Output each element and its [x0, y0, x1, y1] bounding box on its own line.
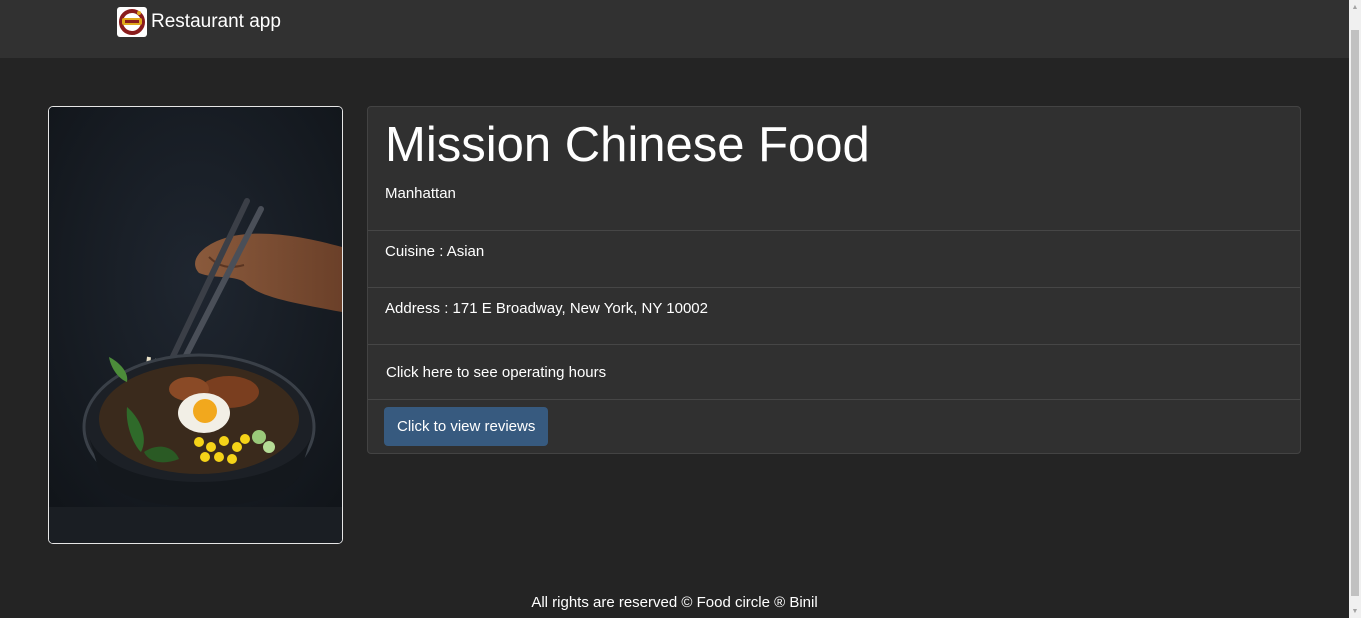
top-navbar: Restaurant app — [0, 0, 1349, 58]
vertical-scrollbar[interactable]: ▲ ▼ — [1349, 0, 1361, 618]
restaurant-logo-icon — [117, 7, 147, 37]
scroll-down-arrow-icon[interactable]: ▼ — [1349, 604, 1361, 618]
restaurant-address: Address : 171 E Broadway, New York, NY 1… — [385, 300, 708, 317]
view-reviews-button[interactable]: Click to view reviews — [384, 407, 549, 446]
brand-link[interactable]: Restaurant app — [117, 7, 281, 37]
operating-hours-link[interactable]: Click here to see operating hours — [386, 364, 606, 381]
operating-hours-section: Click here to see operating hours — [368, 345, 1300, 400]
footer-copyright: All rights are reserved © Food circle ® … — [531, 594, 818, 611]
brand-name: Restaurant app — [151, 11, 281, 32]
restaurant-details-card: Mission Chinese Food Manhattan Cuisine :… — [367, 106, 1301, 454]
scroll-thumb[interactable] — [1351, 30, 1359, 596]
page-footer: All rights are reserved © Food circle ® … — [0, 594, 1349, 611]
restaurant-cuisine: Cuisine : Asian — [385, 243, 485, 260]
reviews-section: Click to view reviews — [368, 400, 1300, 454]
restaurant-name: Mission Chinese Food — [385, 118, 870, 172]
title-section: Mission Chinese Food Manhattan — [368, 107, 1300, 231]
restaurant-neighborhood: Manhattan — [385, 185, 456, 202]
scroll-up-arrow-icon[interactable]: ▲ — [1349, 0, 1361, 14]
restaurant-photo — [48, 106, 343, 544]
address-section: Address : 171 E Broadway, New York, NY 1… — [368, 288, 1300, 345]
cuisine-section: Cuisine : Asian — [368, 231, 1300, 288]
